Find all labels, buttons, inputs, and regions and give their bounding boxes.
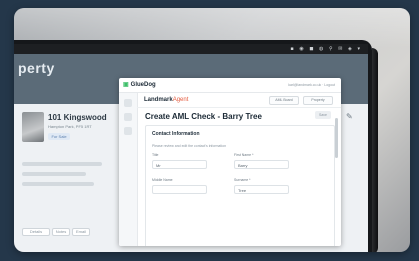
- surname-label: Surname *: [234, 178, 251, 182]
- surname-field[interactable]: Tree: [234, 185, 289, 194]
- property-thumbnail: [22, 112, 44, 142]
- sidebar-home-icon[interactable]: [124, 99, 132, 107]
- first-name-field[interactable]: Barry: [234, 160, 289, 169]
- background-text-line: [22, 172, 86, 176]
- agent-logo-part: Agent: [172, 97, 189, 103]
- screenshot-frame: ▪ ◉ ◼ ◍ ⚲ ✉ ◈ ▾ perty 101 Kingswood Hamp…: [14, 8, 410, 252]
- page-title: Create AML Check - Barry Tree: [145, 112, 262, 121]
- middle-name-label: Middle Name: [152, 178, 173, 182]
- gluedog-logo-text: GlueDog: [130, 82, 156, 88]
- middle-name-field[interactable]: [152, 185, 207, 194]
- property-button[interactable]: Property: [303, 96, 333, 105]
- background-text-line: [22, 162, 102, 166]
- section-title: Contact Information: [152, 131, 200, 137]
- property-card[interactable]: 101 Kingswood Hampton Park, PF5 1RT For …: [14, 110, 109, 150]
- property-status-badge: For Sale: [48, 133, 70, 140]
- property-address: 101 Kingswood: [48, 113, 107, 122]
- gluedog-logo: ▣ GlueDog: [123, 81, 156, 88]
- laptop-lid-edge: [372, 48, 378, 252]
- sidebar-list-icon[interactable]: [124, 113, 132, 121]
- panel-scrollbar[interactable]: [335, 118, 338, 158]
- landmark-agent-logo: LandmarkAgent: [144, 97, 188, 103]
- gluedog-logo-icon: ▣: [123, 82, 129, 88]
- title-field[interactable]: Mr: [152, 160, 207, 169]
- save-button[interactable]: Save: [315, 111, 331, 119]
- background-button[interactable]: Email: [72, 228, 90, 236]
- aml-board-button[interactable]: AML Board: [269, 96, 299, 105]
- property-subtitle: Hampton Park, PF5 1RT: [48, 124, 92, 129]
- account-info[interactable]: karl@landmark.co.uk · Logout: [288, 83, 335, 87]
- first-name-label: First Name *: [234, 153, 254, 157]
- panel-sidebar: [119, 93, 138, 246]
- background-button[interactable]: Details: [22, 228, 50, 236]
- background-page-title: perty: [18, 60, 55, 76]
- background-button[interactable]: Notes: [52, 228, 70, 236]
- edit-icon[interactable]: ✎: [346, 112, 353, 121]
- landmark-logo-part: Landmark: [144, 97, 173, 103]
- contact-information-card: Contact Information Please review and ed…: [145, 125, 335, 246]
- section-description: Please review and edit the contact's inf…: [152, 144, 227, 148]
- title-label: Title: [152, 153, 159, 157]
- menu-bar-status-icons: ▪ ◉ ◼ ◍ ⚲ ✉ ◈ ▾: [290, 46, 362, 52]
- mac-menu-bar: ▪ ◉ ◼ ◍ ⚲ ✉ ◈ ▾: [14, 44, 368, 54]
- background-text-line: [22, 182, 94, 186]
- panel-header: ▣ GlueDog karl@landmark.co.uk · Logout: [119, 78, 341, 93]
- gluedog-panel: ▣ GlueDog karl@landmark.co.uk · Logout La…: [119, 78, 341, 246]
- sidebar-settings-icon[interactable]: [124, 127, 132, 135]
- agent-header: LandmarkAgent AML Board Property: [137, 93, 341, 108]
